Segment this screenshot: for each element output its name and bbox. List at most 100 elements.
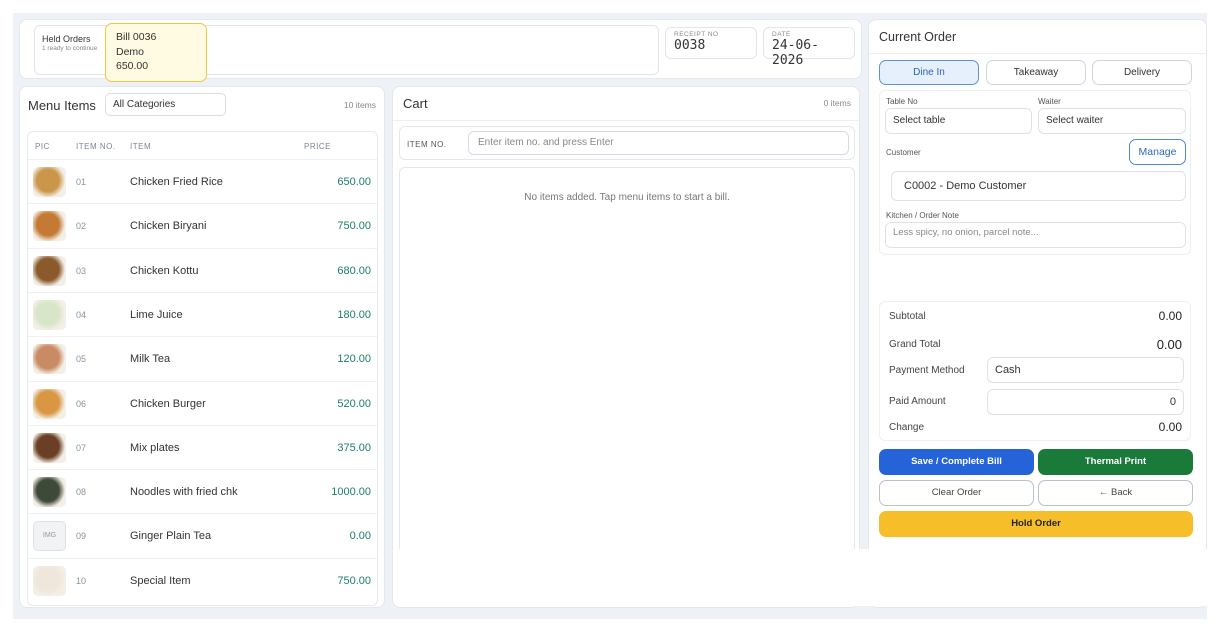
thermal-print-button[interactable]: Thermal Print xyxy=(1038,449,1193,475)
change-label: Change xyxy=(889,422,925,433)
overlay-blank xyxy=(399,549,1214,606)
order-divider xyxy=(869,53,1206,54)
item-no-label: ITEM NO. xyxy=(407,140,447,149)
category-select[interactable]: All Categories xyxy=(105,93,226,116)
item-number: 10 xyxy=(76,575,87,586)
menu-item-row[interactable]: 10 Special Item 750.00 xyxy=(28,557,377,602)
item-number: 08 xyxy=(76,487,87,498)
subtotal-value: 0.00 xyxy=(1158,309,1182,323)
cart-empty-message: No items added. Tap menu items to start … xyxy=(524,192,730,203)
item-name: Milk Tea xyxy=(130,353,171,366)
menu-table: PIC ITEM NO. ITEM PRICE 01 Chicken Fried … xyxy=(27,131,378,606)
item-name: Special Item xyxy=(130,574,191,587)
paid-amount-input[interactable]: 0 xyxy=(987,389,1184,415)
food-thumbnail-icon xyxy=(33,167,66,197)
held-bill-amount: 650.00 xyxy=(116,60,149,72)
food-thumbnail-icon: IMG xyxy=(33,521,66,552)
order-details-form: Table No Select table Waiter Select wait… xyxy=(879,90,1191,255)
col-pic: PIC xyxy=(35,142,50,151)
tab-dine-in[interactable]: Dine In xyxy=(879,60,979,85)
col-price: PRICE xyxy=(304,142,331,151)
tab-takeaway[interactable]: Takeaway xyxy=(986,60,1086,85)
item-name: Ginger Plain Tea xyxy=(130,530,212,543)
held-orders-strip: Held Orders 1 ready to continue Bill 003… xyxy=(34,23,659,82)
item-no-input[interactable]: Enter item no. and press Enter xyxy=(468,131,849,155)
date-label: DATE xyxy=(772,31,791,38)
item-name: Lime Juice xyxy=(130,308,183,321)
date-value: 24-06-2026 xyxy=(772,38,819,68)
grand-total-label: Grand Total xyxy=(889,339,941,350)
menu-title: Menu Items xyxy=(28,98,96,113)
cart-count: 0 items xyxy=(823,98,851,108)
food-thumbnail-icon xyxy=(33,432,66,463)
receipt-no-box: RECEIPT NO 0038 xyxy=(665,27,757,59)
table-select[interactable]: Select table xyxy=(885,108,1032,134)
food-thumbnail-icon xyxy=(33,255,66,286)
receipt-label: RECEIPT NO xyxy=(674,31,719,38)
menu-item-row[interactable]: 03 Chicken Kottu 680.00 xyxy=(28,247,377,292)
food-thumbnail-icon xyxy=(33,299,66,330)
customer-select[interactable]: C0002 - Demo Customer xyxy=(891,171,1186,201)
tab-delivery[interactable]: Delivery xyxy=(1092,60,1192,85)
item-name: Noodles with fried chk xyxy=(130,486,238,499)
item-price: 375.00 xyxy=(337,441,371,454)
cart-divider xyxy=(393,120,859,121)
held-orders-bar: Held Orders 1 ready to continue Bill 003… xyxy=(19,19,862,82)
food-thumbnail-icon xyxy=(33,211,66,242)
receipt-value: 0038 xyxy=(674,38,706,53)
item-number: 03 xyxy=(76,265,87,276)
item-number: 02 xyxy=(76,221,87,232)
food-thumbnail-icon xyxy=(33,565,66,596)
held-bill-no: Bill 0036 xyxy=(116,31,157,43)
payment-method-select[interactable]: Cash xyxy=(987,357,1184,383)
menu-item-row[interactable]: 04 Lime Juice 180.00 xyxy=(28,291,377,336)
hold-order-button[interactable]: Hold Order xyxy=(879,511,1193,537)
back-button[interactable]: ← Back xyxy=(1038,480,1193,506)
held-bill-card[interactable]: Bill 0036 Demo 650.00 xyxy=(105,23,207,82)
item-price: 180.00 xyxy=(337,308,371,321)
subtotal-label: Subtotal xyxy=(889,311,926,322)
item-number: 04 xyxy=(76,309,87,320)
food-thumbnail-icon xyxy=(33,477,66,508)
cart-panel: Cart 0 items ITEM NO. Enter item no. and… xyxy=(392,86,860,608)
col-item-no: ITEM NO. xyxy=(76,142,116,151)
item-price: 750.00 xyxy=(337,220,371,233)
item-number: 01 xyxy=(76,177,87,187)
current-order-panel: Current Order Dine In Takeaway Delivery … xyxy=(868,19,1207,608)
item-price: 520.00 xyxy=(337,397,371,410)
menu-item-row[interactable]: 01 Chicken Fried Rice 650.00 xyxy=(28,159,377,203)
menu-item-row[interactable]: 02 Chicken Biryani 750.00 xyxy=(28,203,377,247)
payment-method-label: Payment Method xyxy=(889,365,965,376)
item-number: 07 xyxy=(76,442,87,453)
order-note-input[interactable]: Less spicy, no onion, parcel note... xyxy=(885,222,1186,248)
menu-item-count: 10 items xyxy=(343,100,376,110)
waiter-select[interactable]: Select waiter xyxy=(1038,108,1186,134)
clear-order-button[interactable]: Clear Order xyxy=(879,480,1034,506)
item-price: 650.00 xyxy=(337,176,371,188)
table-label: Table No xyxy=(886,97,918,106)
order-totals: Subtotal 0.00 Grand Total 0.00 Payment M… xyxy=(879,301,1191,441)
cart-title: Cart xyxy=(403,96,428,111)
held-orders-title: Held Orders xyxy=(42,34,91,44)
item-number: 05 xyxy=(76,354,87,365)
item-name: Mix plates xyxy=(130,441,180,454)
cart-items-area: No items added. Tap menu items to start … xyxy=(399,167,855,605)
menu-item-row[interactable]: 07 Mix plates 375.00 xyxy=(28,424,377,469)
order-title: Current Order xyxy=(879,30,957,44)
held-bill-name: Demo xyxy=(116,45,145,58)
menu-items-panel: Menu Items All Categories 10 items PIC I… xyxy=(19,86,385,608)
item-price: 120.00 xyxy=(337,353,371,366)
item-number: 06 xyxy=(76,398,87,409)
held-orders-subtitle: 1 ready to continue xyxy=(42,45,98,52)
food-thumbnail-icon xyxy=(33,344,66,375)
item-name: Chicken Kottu xyxy=(130,264,199,277)
item-price: 1000.00 xyxy=(331,486,371,499)
save-complete-bill-button[interactable]: Save / Complete Bill xyxy=(879,449,1034,475)
food-thumbnail-icon xyxy=(33,388,66,419)
menu-item-row[interactable]: 05 Milk Tea 120.00 xyxy=(28,336,377,380)
menu-item-row[interactable]: IMG 09 Ginger Plain Tea 0.00 xyxy=(28,513,377,557)
menu-item-row[interactable]: 06 Chicken Burger 520.00 xyxy=(28,380,377,425)
manage-customer-button[interactable]: Manage xyxy=(1129,139,1186,165)
note-label: Kitchen / Order Note xyxy=(886,211,959,220)
menu-item-row[interactable]: 08 Noodles with fried chk 1000.00 xyxy=(28,469,377,513)
